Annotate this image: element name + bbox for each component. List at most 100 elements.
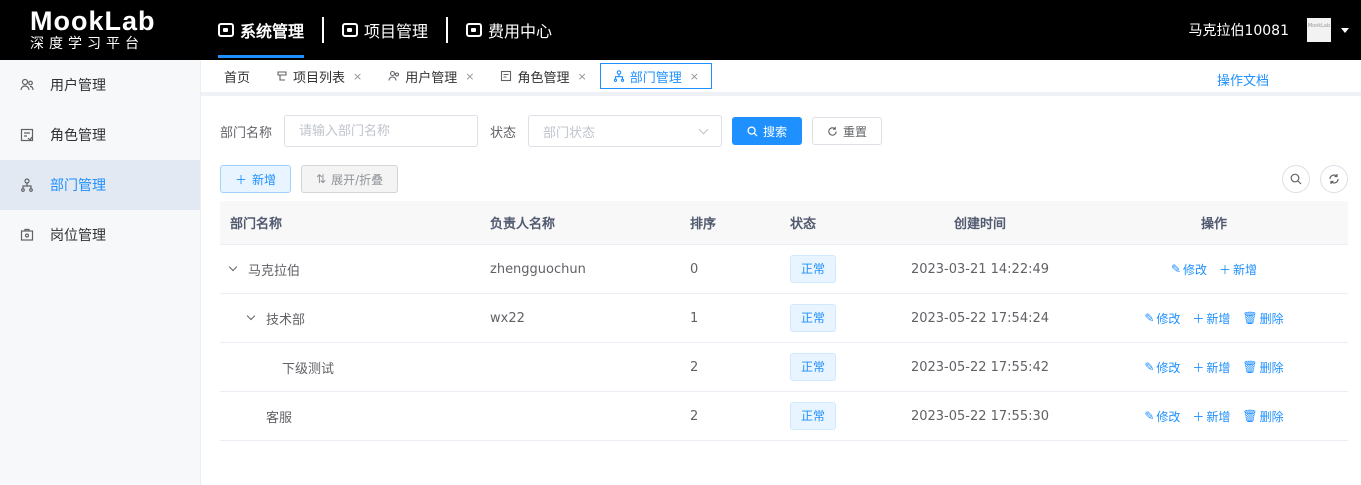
expand-chevron-icon[interactable] <box>228 262 238 272</box>
edit-button[interactable]: ✎ 修改 <box>1171 261 1207 278</box>
user-menu[interactable]: 马克拉伯10081 MookLab <box>1188 0 1349 60</box>
topnav-label: 费用中心 <box>488 22 553 41</box>
status-cell: 正常 <box>780 304 880 332</box>
tab-label: 首页 <box>224 70 251 86</box>
sidebar-item-users[interactable]: 用户管理 <box>0 60 200 110</box>
delete-label: 删除 <box>1259 409 1284 424</box>
edit-label: 修改 <box>1156 360 1181 375</box>
tab-users[interactable]: 用户管理 × <box>375 63 487 89</box>
table-row: 下级测试 2 正常 2023-05-22 17:55:42 ✎ 修改 ＋新增 🗑 删… <box>220 343 1348 392</box>
topnav-system[interactable]: 系统管理 <box>200 0 322 60</box>
org-icon <box>21 178 33 192</box>
add-child-button[interactable]: ＋新增 <box>1192 310 1230 327</box>
delete-button[interactable]: 🗑 删除 <box>1242 408 1283 425</box>
table-row: 技术部 wx22 1 正常 2023-05-22 17:54:24 ✎ 修改 ＋新… <box>220 294 1348 343</box>
edit-label: 修改 <box>1156 311 1181 326</box>
dept-name-cell: 下级测试 <box>220 358 480 377</box>
search-button[interactable]: 搜索 <box>732 117 803 145</box>
order-cell: 2 <box>690 359 699 375</box>
role-icon <box>501 70 512 82</box>
plus-icon: ＋ <box>1192 360 1205 375</box>
list-icon <box>277 71 287 81</box>
edit-icon: ✎ <box>1144 409 1155 423</box>
sidebar-item-label: 用户管理 <box>50 78 106 94</box>
order-cell: 1 <box>690 310 699 326</box>
table-row: 马克拉伯 zhengguochun 0 正常 2023-03-21 14:22:… <box>220 245 1348 294</box>
brand-slogan: 深度学习平台 <box>30 36 144 52</box>
table-header: 部门名称 负责人名称 排序 状态 创建时间 操作 <box>220 201 1348 245</box>
tab-project-list[interactable]: 项目列表 × <box>263 63 375 89</box>
tab-home[interactable]: 首页 <box>211 63 263 89</box>
status-badge: 正常 <box>790 353 837 381</box>
header-dept-name: 部门名称 <box>230 217 283 232</box>
dept-name-input[interactable] <box>284 115 479 147</box>
delete-button[interactable]: 🗑 删除 <box>1242 359 1283 376</box>
close-icon[interactable]: × <box>690 70 699 83</box>
top-nav: 系统管理 项目管理 费用中心 <box>200 0 570 60</box>
tab-roles[interactable]: 角色管理 × <box>487 63 599 89</box>
created-cell: 2023-05-22 17:54:24 <box>910 310 1050 326</box>
avatar[interactable]: MookLab <box>1307 18 1331 42</box>
post-icon <box>20 228 34 241</box>
add-child-button[interactable]: ＋新增 <box>1192 359 1230 376</box>
tab-departments[interactable]: 部门管理 × <box>599 63 712 89</box>
sidebar-item-label: 部门管理 <box>50 178 106 194</box>
edit-icon: ✎ <box>1144 360 1155 374</box>
order-cell: 2 <box>690 408 699 424</box>
topnav-label: 系统管理 <box>240 22 305 41</box>
reset-button[interactable]: 重置 <box>812 117 883 145</box>
sidebar-item-roles[interactable]: 角色管理 <box>0 110 200 160</box>
logo[interactable]: MookLab 深度学习平台 <box>0 0 200 60</box>
close-icon[interactable]: × <box>578 70 587 83</box>
tabs-bar: 首页 项目列表 × 用户管理 × 角色管理 × 部门管理 × 操作文档 <box>201 60 1361 96</box>
edit-label: 修改 <box>1183 262 1208 277</box>
close-icon[interactable]: × <box>465 70 474 83</box>
user-name: 马克拉伯10081 <box>1188 23 1289 39</box>
actions-cell: ✎ 修改 ＋新增 <box>1080 261 1348 278</box>
doc-link[interactable]: 操作文档 <box>1217 70 1269 89</box>
leader-cell: wx22 <box>490 310 525 326</box>
add-child-button[interactable]: ＋新增 <box>1219 261 1257 278</box>
delete-button[interactable]: 🗑 删除 <box>1242 310 1283 327</box>
users-icon <box>388 70 400 81</box>
header-leader: 负责人名称 <box>490 217 556 232</box>
reset-button-label: 重置 <box>843 124 868 139</box>
sidebar-item-departments[interactable]: 部门管理 <box>0 160 200 210</box>
sidebar-item-label: 角色管理 <box>50 128 106 144</box>
edit-icon: ✎ <box>1170 262 1181 276</box>
sidebar-item-posts[interactable]: 岗位管理 <box>0 210 200 260</box>
created-cell: 2023-03-21 14:22:49 <box>910 261 1050 277</box>
topnav-billing[interactable]: 费用中心 <box>448 0 570 60</box>
caret-down-icon[interactable] <box>1341 27 1349 33</box>
topnav-project[interactable]: 项目管理 <box>324 0 446 60</box>
tab-label: 用户管理 <box>405 70 458 86</box>
edit-button[interactable]: ✎ 修改 <box>1144 310 1180 327</box>
dept-name-cell: 马克拉伯 <box>220 260 480 279</box>
edit-button[interactable]: ✎ 修改 <box>1144 359 1180 376</box>
add-label: 新增 <box>1233 262 1258 277</box>
created-cell: 2023-05-22 17:55:42 <box>910 359 1050 375</box>
status-cell: 正常 <box>780 353 880 381</box>
edit-button[interactable]: ✎ 修改 <box>1144 408 1180 425</box>
edit-label: 修改 <box>1156 409 1181 424</box>
toggle-search-button[interactable] <box>1282 165 1310 193</box>
trash-icon: 🗑 <box>1242 360 1258 374</box>
header-order: 排序 <box>690 217 717 232</box>
add-label: 新增 <box>1206 360 1231 375</box>
plus-icon: ＋ <box>235 172 248 187</box>
sort-icon: ⇅ <box>316 172 327 186</box>
status-select[interactable]: 部门状态 <box>528 115 723 147</box>
close-icon[interactable]: × <box>353 70 362 83</box>
delete-label: 删除 <box>1259 311 1284 326</box>
actions-cell: ✎ 修改 ＋新增 🗑 删除 <box>1080 359 1348 376</box>
plus-icon: ＋ <box>1192 311 1205 326</box>
tab-label: 部门管理 <box>629 70 682 86</box>
expand-chevron-icon[interactable] <box>246 311 256 321</box>
trash-icon: 🗑 <box>1242 409 1258 423</box>
add-button[interactable]: ＋ 新增 <box>220 165 292 193</box>
expand-collapse-button[interactable]: ⇅ 展开/折叠 <box>301 165 399 193</box>
refresh-button[interactable] <box>1320 165 1348 193</box>
status-cell: 正常 <box>780 402 880 430</box>
briefcase-icon <box>342 23 359 37</box>
add-child-button[interactable]: ＋新增 <box>1192 408 1230 425</box>
